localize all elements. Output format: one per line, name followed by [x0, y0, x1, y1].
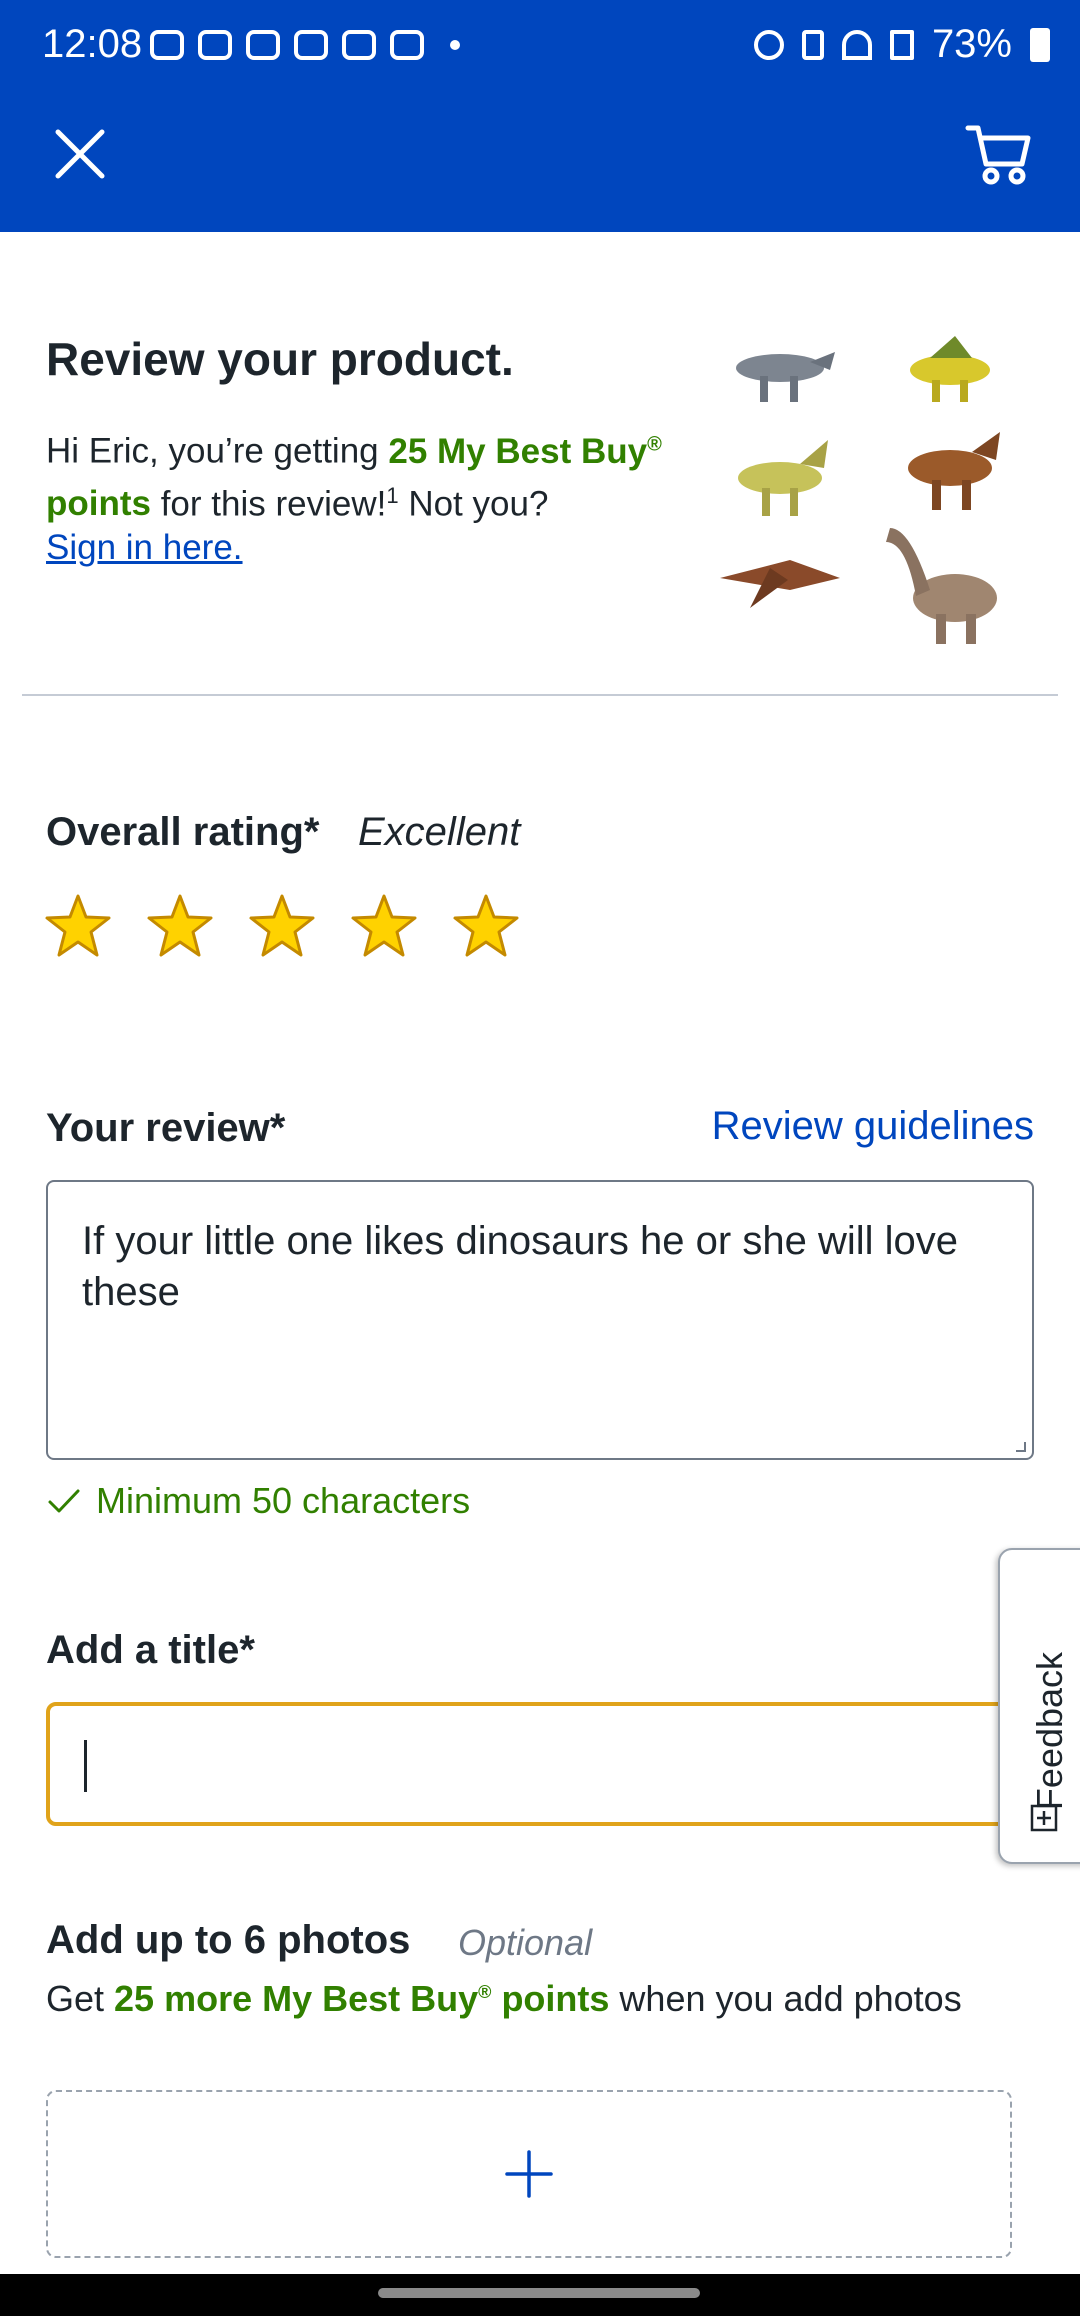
- photos-sub-pre: Get: [46, 1978, 115, 2019]
- photos-points-text: 25 more My Best Buy® points: [114, 1978, 609, 2019]
- battery-icon: [1030, 27, 1050, 62]
- review-header: Review your product. Hi Eric, you’re get…: [0, 232, 1080, 696]
- review-textarea[interactable]: If your little one likes dinosaurs he or…: [46, 1180, 1034, 1460]
- cart-icon[interactable]: [964, 120, 1034, 190]
- app-bar: [0, 96, 1080, 232]
- check-icon: [48, 1489, 80, 1513]
- title-input[interactable]: [46, 1702, 1056, 1826]
- greeting-text: Hi Eric, you’re getting: [46, 431, 389, 471]
- not-you-text: Not you?: [398, 484, 549, 524]
- add-photos-label: Add up to 6 photos: [46, 1918, 411, 1962]
- star-rating[interactable]: [44, 892, 520, 960]
- points-suffix: points: [46, 484, 151, 524]
- dinosaur-figure-icon: [908, 432, 1000, 510]
- star-icon[interactable]: [350, 892, 418, 960]
- feedback-tab[interactable]: Feedback: [998, 1548, 1080, 1864]
- discord-icon: [294, 30, 328, 60]
- feedback-plus-icon: [1030, 1804, 1058, 1832]
- page-title: Review your product.: [46, 333, 514, 385]
- add-photo-button[interactable]: [46, 2090, 1012, 2258]
- points-amount: 25 My Best Buy: [388, 431, 648, 471]
- alarm-icon: [753, 29, 784, 60]
- star-icon[interactable]: [44, 892, 112, 960]
- bluetooth-icon: [801, 29, 824, 60]
- dinosaur-figure-icon: [910, 336, 990, 402]
- rating-value-text: Excellent: [358, 810, 521, 854]
- add-title-label: Add a title*: [46, 1628, 255, 1672]
- optional-tag: Optional: [458, 1922, 593, 1963]
- registered-mark: ®: [478, 1982, 492, 2002]
- footnote-marker: 1: [386, 482, 399, 508]
- discord-icon: [198, 30, 232, 60]
- resize-handle-icon[interactable]: [1016, 1442, 1026, 1452]
- photos-points-amount: 25 more My Best Buy: [114, 1978, 479, 2019]
- status-bar: 12:08 73%: [0, 0, 1080, 96]
- plus-icon: [505, 2150, 553, 2198]
- wifi-icon: [841, 29, 872, 60]
- product-image: [720, 336, 1000, 644]
- overall-rating-label: Overall rating*: [46, 810, 320, 854]
- signal-icon: [889, 29, 914, 60]
- discord-icon: [390, 30, 424, 60]
- feedback-label: Feedback: [1029, 1651, 1070, 1811]
- points-message: Hi Eric, you’re getting 25 My Best Buy® …: [46, 422, 696, 570]
- close-icon[interactable]: [48, 122, 112, 186]
- message-icon: [150, 30, 184, 60]
- discord-icon: [342, 30, 376, 60]
- review-text: If your little one likes dinosaurs he or…: [82, 1219, 958, 1314]
- registered-mark: ®: [647, 433, 662, 455]
- min-characters-text: Minimum 50 characters: [96, 1480, 471, 1521]
- home-gesture-handle[interactable]: [378, 2288, 700, 2298]
- battery-percent: 73%: [931, 22, 1012, 66]
- dinosaur-figure-icon: [720, 560, 840, 608]
- status-time: 12:08: [42, 22, 143, 66]
- sign-in-link[interactable]: Sign in here.: [46, 528, 243, 567]
- star-icon[interactable]: [146, 892, 214, 960]
- text-caret: [84, 1740, 87, 1792]
- greeting-post: for this review!: [150, 484, 387, 524]
- dinosaur-figure-icon: [886, 528, 997, 644]
- section-divider: [22, 694, 1058, 696]
- discord-icon: [246, 30, 280, 60]
- photos-sub-post: when you add photos: [609, 1978, 962, 2019]
- notification-icons: [150, 30, 460, 60]
- star-icon[interactable]: [452, 892, 520, 960]
- system-icons: 73%: [753, 22, 1050, 67]
- dinosaur-figure-icon: [736, 352, 835, 402]
- photos-points-message: Get 25 more My Best Buy® points when you…: [46, 1978, 962, 2020]
- your-review-label: Your review*: [46, 1106, 286, 1150]
- min-characters-hint: Minimum 50 characters: [46, 1480, 470, 1522]
- star-icon[interactable]: [248, 892, 316, 960]
- dinosaur-figure-icon: [738, 440, 828, 516]
- photos-points-suffix: points: [491, 1978, 610, 2019]
- system-nav-bar: [0, 2274, 1080, 2316]
- more-notifications-dot-icon: [450, 40, 460, 50]
- review-guidelines-link[interactable]: Review guidelines: [712, 1104, 1034, 1149]
